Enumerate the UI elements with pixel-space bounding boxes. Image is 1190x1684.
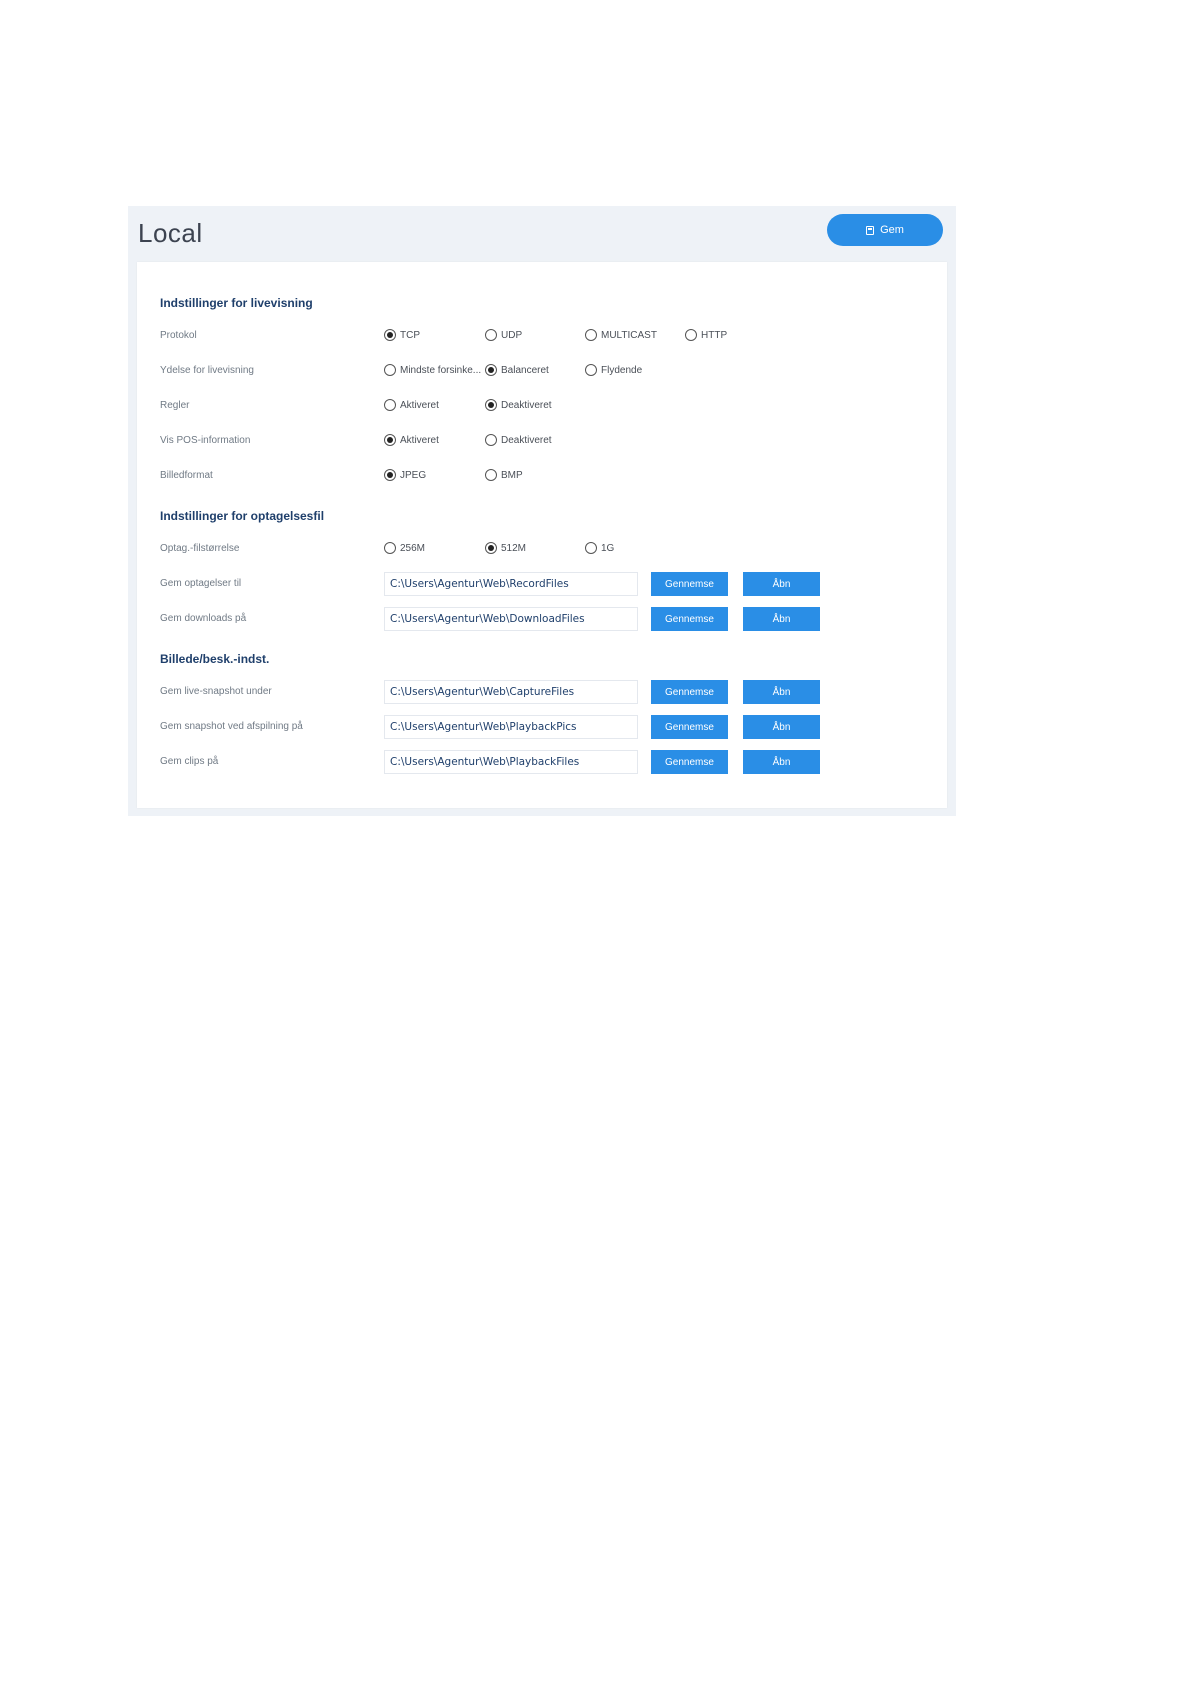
- radio-label: UDP: [501, 329, 523, 341]
- radio-label: Mindste forsinke...: [400, 364, 482, 376]
- radio-label: BMP: [501, 469, 523, 481]
- radio-icon: [585, 329, 597, 341]
- radio-label: HTTP: [701, 329, 728, 341]
- radio-pos-enabled[interactable]: Aktiveret: [384, 434, 439, 446]
- radio-format-bmp[interactable]: BMP: [485, 469, 523, 481]
- row-label-record-path: Gem optagelser til: [160, 578, 242, 589]
- row-label-image-format: Billedformat: [160, 470, 213, 481]
- capture-open-button[interactable]: Åbn: [743, 680, 820, 704]
- radio-icon: [384, 399, 396, 411]
- clips-open-button[interactable]: Åbn: [743, 750, 820, 774]
- radio-icon: [384, 542, 396, 554]
- save-icon: [866, 225, 875, 235]
- settings-card: Indstillinger for livevisning Protokol T…: [137, 262, 947, 808]
- radio-icon: [585, 542, 597, 554]
- row-label-file-size: Optag.-filstørrelse: [160, 543, 240, 554]
- capture-browse-button[interactable]: Gennemse: [651, 680, 728, 704]
- radio-size-256m[interactable]: 256M: [384, 542, 425, 554]
- save-button[interactable]: Gem: [827, 214, 943, 246]
- radio-pos-disabled[interactable]: Deaktiveret: [485, 434, 552, 446]
- radio-performance-balanced[interactable]: Balanceret: [485, 364, 549, 376]
- section-title-snapshot: Billede/besk.-indst.: [160, 652, 270, 666]
- row-label-pos: Vis POS-information: [160, 435, 251, 446]
- clips-path-input[interactable]: [384, 750, 638, 774]
- section-title-record: Indstillinger for optagelsesfil: [160, 509, 325, 523]
- playback-pics-open-button[interactable]: Åbn: [743, 715, 820, 739]
- radio-protocol-multicast[interactable]: MULTICAST: [585, 329, 657, 341]
- radio-label: Flydende: [601, 364, 643, 376]
- radio-selected-icon: [485, 542, 497, 554]
- radio-icon: [485, 434, 497, 446]
- radio-selected-icon: [485, 364, 497, 376]
- radio-protocol-tcp[interactable]: TCP: [384, 329, 420, 341]
- radio-icon: [384, 364, 396, 376]
- row-label-capture-path: Gem live-snapshot under: [160, 686, 272, 697]
- radio-icon: [485, 469, 497, 481]
- radio-selected-icon: [384, 329, 396, 341]
- download-open-button[interactable]: Åbn: [743, 607, 820, 631]
- radio-label: 1G: [601, 542, 615, 554]
- radio-label: 256M: [400, 542, 426, 554]
- row-label-protocol: Protokol: [160, 330, 197, 341]
- radio-selected-icon: [384, 434, 396, 446]
- radio-size-1g[interactable]: 1G: [585, 542, 614, 554]
- row-label-performance: Ydelse for livevisning: [160, 365, 254, 376]
- radio-label: Balanceret: [501, 364, 549, 376]
- page-title: Local: [138, 218, 203, 248]
- row-label-download-path: Gem downloads på: [160, 613, 247, 624]
- radio-rules-enabled[interactable]: Aktiveret: [384, 399, 439, 411]
- radio-performance-min-delay[interactable]: Mindste forsinke...: [384, 364, 481, 376]
- radio-protocol-http[interactable]: HTTP: [685, 329, 727, 341]
- download-browse-button[interactable]: Gennemse: [651, 607, 728, 631]
- record-open-button[interactable]: Åbn: [743, 572, 820, 596]
- clips-browse-button[interactable]: Gennemse: [651, 750, 728, 774]
- radio-size-512m[interactable]: 512M: [485, 542, 526, 554]
- local-settings-panel: Local Gem Indstillinger for livevisning …: [128, 206, 956, 816]
- radio-label: 512M: [501, 542, 527, 554]
- radio-selected-icon: [485, 399, 497, 411]
- radio-label: MULTICAST: [601, 329, 657, 341]
- radio-label: JPEG: [400, 469, 427, 481]
- record-path-input[interactable]: [384, 572, 638, 596]
- save-button-label: Gem: [880, 224, 904, 236]
- radio-icon: [685, 329, 697, 341]
- radio-selected-icon: [384, 469, 396, 481]
- radio-icon: [485, 329, 497, 341]
- radio-protocol-udp[interactable]: UDP: [485, 329, 522, 341]
- radio-label: Deaktiveret: [501, 434, 552, 446]
- radio-label: Aktiveret: [400, 434, 439, 446]
- radio-format-jpeg[interactable]: JPEG: [384, 469, 426, 481]
- playback-pics-browse-button[interactable]: Gennemse: [651, 715, 728, 739]
- row-label-playback-pics-path: Gem snapshot ved afspilning på: [160, 721, 303, 732]
- section-title-live: Indstillinger for livevisning: [160, 296, 313, 310]
- row-label-clips-path: Gem clips på: [160, 756, 219, 767]
- radio-label: TCP: [400, 329, 420, 341]
- radio-performance-fluent[interactable]: Flydende: [585, 364, 642, 376]
- radio-rules-disabled[interactable]: Deaktiveret: [485, 399, 552, 411]
- record-browse-button[interactable]: Gennemse: [651, 572, 728, 596]
- radio-label: Deaktiveret: [501, 399, 552, 411]
- capture-path-input[interactable]: [384, 680, 638, 704]
- radio-icon: [585, 364, 597, 376]
- download-path-input[interactable]: [384, 607, 638, 631]
- row-label-rules: Regler: [160, 400, 190, 411]
- playback-pics-path-input[interactable]: [384, 715, 638, 739]
- radio-label: Aktiveret: [400, 399, 439, 411]
